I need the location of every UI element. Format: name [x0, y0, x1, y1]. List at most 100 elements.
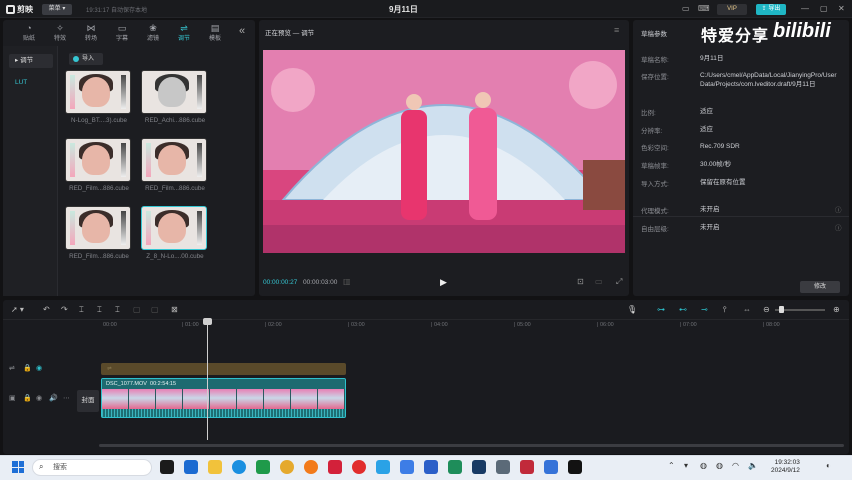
- more-icon[interactable]: ⋯: [63, 394, 70, 402]
- cover-button[interactable]: 封面: [77, 390, 99, 412]
- teams-icon[interactable]: [184, 460, 198, 474]
- fullscreen-icon[interactable]: ⤢: [616, 277, 622, 287]
- eye-icon[interactable]: ◉: [36, 364, 42, 372]
- lut-item[interactable]: RED_Film...886.cube: [141, 138, 209, 192]
- zoom-in-icon[interactable]: ⊕: [833, 305, 840, 314]
- redo-icon[interactable]: ↷: [61, 305, 68, 314]
- tray-expand-icon[interactable]: ⌃: [668, 461, 675, 470]
- auto-snap-icon[interactable]: ⊷: [679, 305, 687, 314]
- play-button[interactable]: ▶: [440, 277, 447, 288]
- delete-icon[interactable]: ▢: [133, 305, 141, 314]
- video-preview[interactable]: [263, 50, 625, 253]
- prop-value: 30.00帧/秒: [700, 161, 732, 168]
- close-icon[interactable]: ✕: [838, 4, 845, 13]
- layout-icon[interactable]: ▭: [682, 4, 690, 13]
- audio-icon[interactable]: 🔊: [49, 394, 58, 402]
- vip-button[interactable]: VIP: [717, 4, 747, 15]
- sidebar-item-lut[interactable]: LUT: [9, 76, 53, 90]
- split-left-icon[interactable]: ⌶: [97, 305, 102, 315]
- tab-sticker[interactable]: ◔ 贴纸: [15, 20, 43, 44]
- split-icon[interactable]: ⌶: [79, 305, 84, 315]
- tab-effects[interactable]: ✧ 特效: [46, 20, 74, 44]
- app-icon[interactable]: [520, 460, 534, 474]
- volume-icon[interactable]: 🔈: [748, 461, 758, 470]
- tab-filter[interactable]: ❀ 滤镜: [139, 20, 167, 44]
- undo-icon[interactable]: ↶: [43, 305, 50, 314]
- app-icon[interactable]: [448, 460, 462, 474]
- chrome-icon[interactable]: [280, 460, 294, 474]
- collapse-panel-icon[interactable]: «: [239, 25, 245, 37]
- ruler-tick: | 02:00: [265, 322, 282, 328]
- zoom-slider-handle[interactable]: [779, 306, 784, 313]
- tab-label: 调节: [177, 35, 190, 42]
- info-icon[interactable]: ⓘ: [835, 204, 842, 214]
- ratio-icon[interactable]: ▭: [595, 277, 603, 286]
- wechat-icon[interactable]: [256, 460, 270, 474]
- lut-item[interactable]: RED_Achi...886.cube: [141, 70, 209, 124]
- lock-icon[interactable]: 🔒: [23, 394, 32, 402]
- tab-transition[interactable]: ⋈ 转场: [77, 20, 105, 44]
- preview-menu-icon[interactable]: ≡: [614, 25, 619, 35]
- export-button[interactable]: ⇪ 导出: [756, 4, 786, 15]
- tab-adjust[interactable]: ⇌ 调节: [170, 20, 198, 44]
- windows-start-icon[interactable]: [12, 461, 24, 473]
- minimize-icon[interactable]: —: [801, 4, 809, 13]
- taskbar-clock[interactable]: 19:32:03 2024/9/12: [771, 459, 800, 475]
- microphone-icon[interactable]: 🎙: [627, 305, 637, 314]
- lut-name: RED_Film...886.cube: [69, 253, 129, 260]
- eye-icon[interactable]: ◉: [36, 394, 42, 402]
- tray-icon[interactable]: ▾: [684, 461, 688, 470]
- freeze-icon[interactable]: ▢: [151, 305, 159, 314]
- link-main-track-icon[interactable]: ⊶: [657, 305, 665, 314]
- adjust-clip[interactable]: [101, 363, 346, 375]
- split-right-icon[interactable]: ⌶: [115, 305, 120, 315]
- maximize-icon[interactable]: ▢: [820, 4, 828, 13]
- menu-button[interactable]: 菜单 ▾: [42, 4, 72, 15]
- taskbar-search[interactable]: 搜索: [32, 459, 152, 476]
- watermark-text: 特爱分享: [701, 28, 770, 45]
- capcut-taskbar-icon[interactable]: [568, 460, 582, 474]
- lock-icon[interactable]: 🔒: [23, 364, 32, 372]
- lut-name: Z_8_N-Lo....00.cube: [146, 253, 204, 260]
- tray-app-icon[interactable]: ◍: [700, 461, 707, 470]
- notification-icon[interactable]: ◐: [826, 461, 831, 470]
- lut-item[interactable]: RED_Film...886.cube: [65, 206, 133, 260]
- tab-label: 滤镜: [146, 35, 159, 42]
- tab-subtitle[interactable]: ▭ 字幕: [108, 20, 136, 44]
- lut-item[interactable]: RED_Film...886.cube: [65, 138, 133, 192]
- info-icon[interactable]: ⓘ: [835, 222, 842, 232]
- select-cursor-icon[interactable]: ➚ ▾: [11, 305, 24, 314]
- tab-template[interactable]: ▤ 模板: [201, 20, 229, 44]
- opera-icon[interactable]: [352, 460, 366, 474]
- playhead-handle[interactable]: [203, 318, 212, 325]
- timeline-view-icon[interactable]: ▥: [343, 277, 351, 286]
- lut-item[interactable]: Z_8_N-Lo....00.cube: [141, 206, 209, 260]
- timeline-scrollbar[interactable]: [99, 444, 844, 447]
- app-icon[interactable]: [328, 460, 342, 474]
- tray-app-icon[interactable]: ◍: [716, 461, 723, 470]
- crop-icon[interactable]: ⊠: [171, 305, 178, 314]
- preview-axis-icon[interactable]: ⫯: [723, 305, 726, 315]
- settings-icon[interactable]: [496, 460, 510, 474]
- app-icon[interactable]: [424, 460, 438, 474]
- app-icon[interactable]: [400, 460, 414, 474]
- import-button[interactable]: 导入: [69, 53, 103, 65]
- app-icon[interactable]: [544, 460, 558, 474]
- task-view-icon[interactable]: [160, 460, 174, 474]
- fit-screen-icon[interactable]: ⊡: [577, 277, 584, 286]
- shortcut-icon[interactable]: ⌨: [698, 4, 710, 13]
- sidebar-item-adjust[interactable]: ▸ 调节: [9, 54, 53, 68]
- file-explorer-icon[interactable]: [208, 460, 222, 474]
- zoom-out-icon[interactable]: ⊖: [763, 305, 770, 314]
- wifi-icon[interactable]: ◠: [732, 461, 739, 470]
- lut-item[interactable]: N-Log_BT....3).cube: [65, 70, 133, 124]
- zoom-fit-icon[interactable]: ⇔: [743, 305, 751, 314]
- firefox-icon[interactable]: [304, 460, 318, 474]
- modify-button[interactable]: 修改: [800, 281, 840, 293]
- linkage-icon[interactable]: ⊸: [701, 305, 708, 314]
- video-clip[interactable]: DSC_1077.MOV 00:2:54:15: [101, 378, 346, 418]
- steam-icon[interactable]: [472, 460, 486, 474]
- playhead[interactable]: [207, 318, 208, 440]
- app-icon[interactable]: [376, 460, 390, 474]
- edge-icon[interactable]: [232, 460, 246, 474]
